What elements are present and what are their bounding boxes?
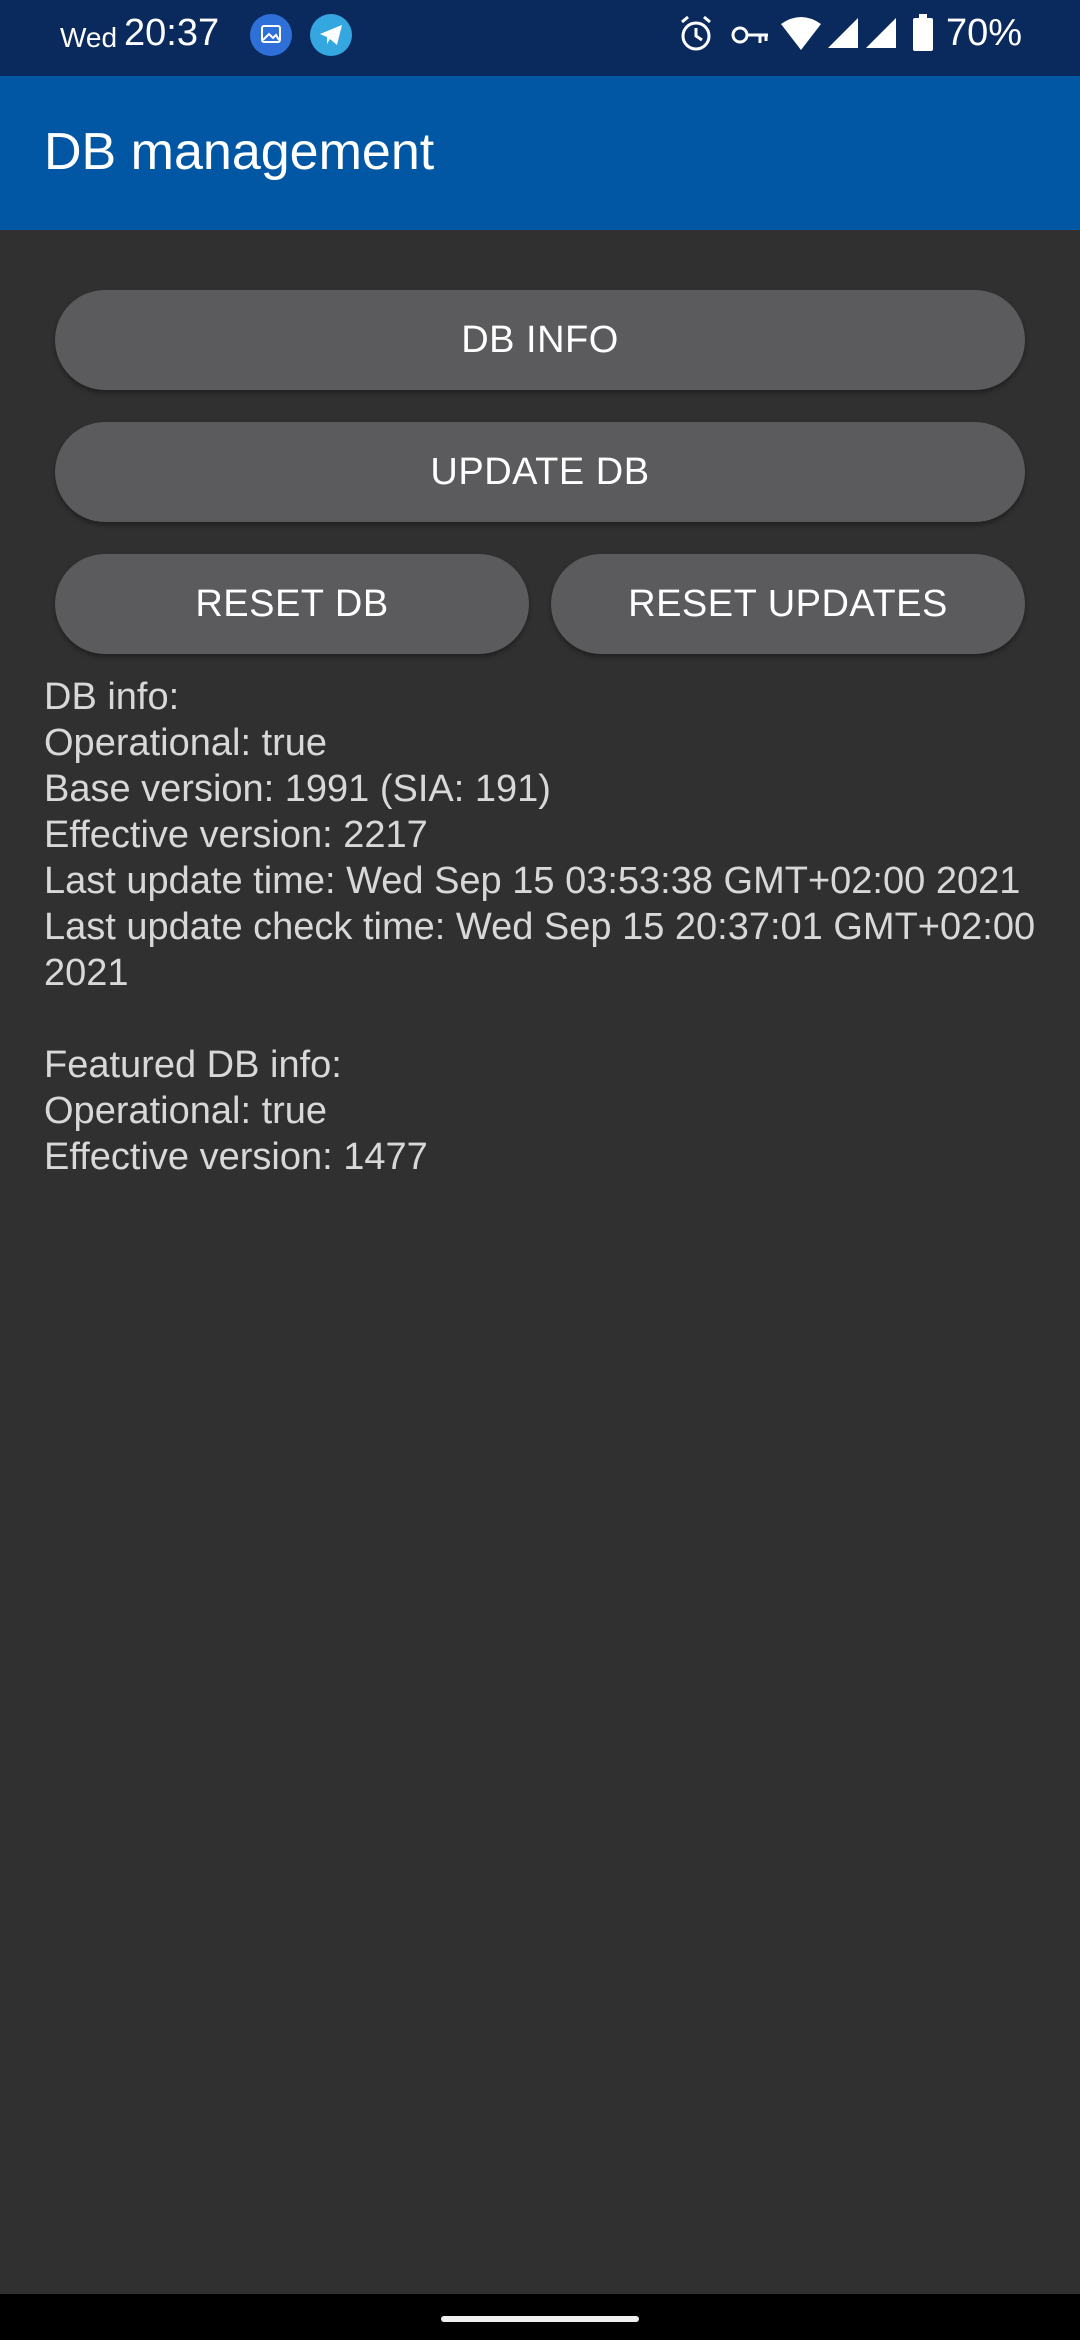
page-title: DB management xyxy=(44,123,435,181)
info-spacer xyxy=(44,996,1054,1042)
status-time: 20:37 xyxy=(124,12,220,54)
db-base-version: Base version: 1991 (SIA: 191) xyxy=(44,768,551,810)
app-bar: DB management xyxy=(0,76,1080,230)
signal-icon xyxy=(826,16,860,55)
vpn-key-icon xyxy=(730,20,770,55)
reset-updates-button[interactable]: RESET UPDATES xyxy=(551,554,1025,654)
db-last-update-time: Last update time: Wed Sep 15 03:53:38 GM… xyxy=(44,860,1021,902)
home-gesture-handle[interactable] xyxy=(441,2316,639,2322)
navigation-bar xyxy=(0,2294,1080,2340)
alarm-icon xyxy=(678,14,714,59)
battery-icon xyxy=(912,14,934,57)
status-bar: Wed 20:37 70% xyxy=(0,0,1080,76)
telegram-icon xyxy=(310,14,352,56)
gallery-icon xyxy=(250,14,292,56)
featured-db-info-heading: Featured DB info: xyxy=(44,1044,342,1086)
db-info-text: DB info: Operational: true Base version:… xyxy=(44,674,1054,1180)
reset-db-button[interactable]: RESET DB xyxy=(55,554,529,654)
featured-db-effective-version: Effective version: 1477 xyxy=(44,1136,428,1178)
db-info-heading: DB info: xyxy=(44,676,180,718)
battery-percentage: 70% xyxy=(946,12,1023,54)
db-effective-version: Effective version: 2217 xyxy=(44,814,428,856)
signal-icon xyxy=(864,16,898,55)
featured-db-operational: Operational: true xyxy=(44,1090,328,1132)
wifi-icon xyxy=(780,16,822,57)
db-last-update-check-time: Last update check time: Wed Sep 15 20:37… xyxy=(44,906,1046,994)
db-info-button[interactable]: DB INFO xyxy=(55,290,1025,390)
update-db-button[interactable]: UPDATE DB xyxy=(55,422,1025,522)
status-day: Wed xyxy=(60,22,118,53)
db-operational: Operational: true xyxy=(44,722,328,764)
